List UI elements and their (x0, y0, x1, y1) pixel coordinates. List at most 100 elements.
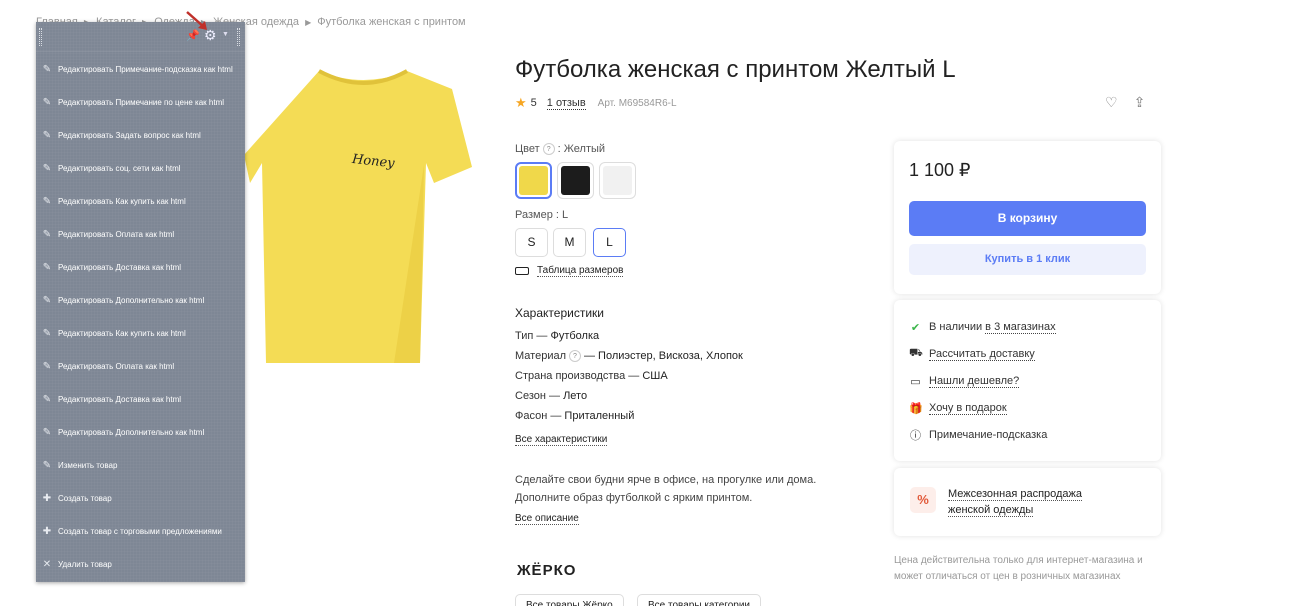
buy-one-click-button[interactable]: Купить в 1 клик (909, 244, 1146, 275)
tshirt-body (244, 71, 472, 363)
category-all-products-button[interactable]: Все товары категории (637, 594, 762, 606)
admin-menu-label: Изменить товар (58, 460, 118, 470)
size-table-link[interactable]: Таблица размеров (537, 265, 624, 277)
color-swatch-black[interactable] (557, 162, 594, 199)
size-table-row: Таблица размеров (515, 265, 624, 277)
hint-row: ⓘ Примечание-подсказка (909, 427, 1047, 443)
percent-icon: % (910, 487, 936, 513)
price-note: Цена действительна только для интернет-м… (894, 553, 1143, 585)
star-icon: ★ (515, 95, 527, 110)
admin-menu-label: Редактировать Примечание по цене как htm… (58, 97, 225, 107)
admin-menu-label: Редактировать Дополнительно как html (58, 295, 205, 305)
admin-menu-label: Удалить товар (58, 559, 112, 569)
char-value: США (642, 370, 668, 382)
close-icon: ✕ (42, 558, 52, 570)
price: 1 100 ₽ (909, 160, 971, 180)
all-characteristics-link[interactable]: Все характеристики (515, 434, 608, 446)
chevron-right-icon: ▶ (305, 18, 312, 27)
arrow-annotation (186, 11, 207, 30)
admin-menu-item[interactable]: ✎ Редактировать Задать вопрос как html (42, 125, 201, 145)
admin-menu-item[interactable]: ✎ Редактировать соц. сети как html (42, 158, 181, 178)
pencil-icon: ✎ (42, 261, 52, 273)
stock-row: ✔ В наличии в 3 магазинах (909, 319, 1056, 335)
admin-menu-item[interactable]: ✎ Редактировать Дополнительно как html (42, 422, 204, 442)
brand-logo[interactable]: ЖЁРКО (517, 562, 576, 579)
chevron-down-icon[interactable]: ▼ (222, 31, 229, 38)
admin-menu-item[interactable]: ✎ Редактировать Оплата как html (42, 224, 174, 244)
admin-menu-item[interactable]: ✎ Редактировать Как купить как html (42, 191, 186, 211)
admin-menu-label: Редактировать Задать вопрос как html (58, 130, 201, 140)
pencil-icon: ✎ (42, 426, 52, 438)
product-actions: ♡ ⇪ (1105, 94, 1145, 111)
admin-menu-item[interactable]: ✎ Редактировать Доставка как html (42, 257, 181, 277)
admin-menu-item[interactable]: ✚ Создать товар (42, 488, 112, 508)
heart-icon[interactable]: ♡ (1105, 94, 1118, 111)
size-option-s[interactable]: S (515, 228, 548, 257)
admin-menu-label: Редактировать Доставка как html (58, 262, 182, 272)
admin-menu-label: Редактировать Дополнительно как html (58, 427, 205, 437)
char-row: Сезон — Лето (515, 390, 743, 410)
char-name: Материал (515, 350, 566, 362)
cheaper-row: ▭ Нашли дешевле? (909, 373, 1020, 389)
admin-menu-label: Создать товар (58, 493, 112, 503)
admin-menu-item[interactable]: ✕ Удалить товар (42, 554, 112, 574)
admin-menu-item[interactable]: ✎ Изменить товар (42, 455, 118, 475)
price-note-text: может отличаться от цен в розничных мага… (894, 571, 1121, 582)
color-swatch-yellow[interactable] (515, 162, 552, 199)
color-swatch-white[interactable] (599, 162, 636, 199)
color-value: : Желтый (557, 143, 606, 155)
swatch-fill (519, 166, 548, 195)
admin-menu-label: Редактировать Как купить как html (58, 328, 186, 338)
admin-menu-item[interactable]: ✎ Редактировать Примечание по цене как ht… (42, 92, 224, 112)
gift-icon: 🎁 (909, 402, 923, 415)
hint-text: Примечание-подсказка (929, 429, 1048, 441)
stock-stores-link[interactable]: в 3 магазинах (985, 321, 1056, 334)
char-value: — Полиэстер, Вискоза, Хлопок (584, 350, 743, 362)
admin-menu-item[interactable]: ✎ Редактировать Доставка как html (42, 389, 181, 409)
pencil-icon: ✎ (42, 195, 52, 207)
rating-value: 5 (530, 97, 537, 109)
pencil-icon: ✎ (42, 459, 52, 471)
found-cheaper-link[interactable]: Нашли дешевле? (929, 375, 1020, 388)
size-option-l[interactable]: L (593, 228, 626, 257)
share-icon[interactable]: ⇪ (1134, 94, 1146, 111)
breadcrumb-current: Футболка женская с принтом (317, 16, 466, 28)
description-text: Дополните образ футболкой с ярким принто… (515, 492, 753, 504)
product-title: Футболка женская с принтом Желтый L (515, 56, 956, 83)
article-number: Арт. M69584R6-L (597, 97, 677, 109)
price-note-text: Цена действительна только для интернет-м… (894, 555, 1143, 566)
char-row: Тип — Футболка (515, 330, 743, 350)
want-as-gift-link[interactable]: Хочу в подарок (929, 402, 1007, 415)
pencil-icon: ✎ (42, 162, 52, 174)
promo-link[interactable]: Межсезонная распродажа женской одежды (948, 486, 1083, 518)
calc-delivery-link[interactable]: Рассчитать доставку (929, 348, 1035, 361)
question-icon[interactable]: ? (569, 350, 581, 363)
size-option-m[interactable]: M (553, 228, 586, 257)
admin-menu-item[interactable]: ✎ Редактировать Дополнительно как html (42, 290, 204, 310)
product-image[interactable]: Honey (244, 55, 489, 375)
description-text: Сделайте свои будни ярче в офисе, на про… (515, 474, 817, 486)
question-icon[interactable]: ? (542, 143, 555, 156)
reviews-link[interactable]: 1 отзыв (546, 97, 586, 110)
admin-menu-label: Редактировать Как купить как html (58, 196, 186, 206)
admin-menu-item[interactable]: ✎ Редактировать Как купить как html (42, 323, 186, 343)
characteristics: Характеристики Тип — Футболка Материал? —… (515, 306, 743, 446)
admin-menu-item[interactable]: ✚ Создать товар с торговыми предложениями (42, 521, 222, 541)
char-row: Фасон — Приталенный (515, 410, 743, 430)
info-icon: ⓘ (910, 430, 921, 442)
size-label: Размер : L (515, 209, 569, 221)
pencil-icon: ✎ (42, 63, 52, 75)
admin-menu-item[interactable]: ✎ Редактировать Примечание-подсказка как … (42, 59, 233, 79)
delivery-row: ⛟ Рассчитать доставку (909, 346, 1035, 362)
brand-all-products-button[interactable]: Все товары Жёрко (515, 594, 624, 606)
admin-toolbar: 📌 ⚙ ▼ (36, 22, 245, 52)
add-to-cart-button[interactable]: В корзину (909, 201, 1146, 236)
admin-menu-item[interactable]: ✎ Редактировать Оплата как html (42, 356, 174, 376)
all-description-link[interactable]: Все описание (515, 513, 579, 525)
char-name: Тип — (515, 330, 548, 342)
admin-menu-label: Редактировать Примечание-подсказка как h… (58, 64, 233, 74)
char-value: Приталенный (564, 410, 635, 422)
drag-handle[interactable] (237, 28, 240, 46)
drag-handle[interactable] (39, 28, 42, 46)
char-name: Страна производства — (515, 370, 640, 382)
